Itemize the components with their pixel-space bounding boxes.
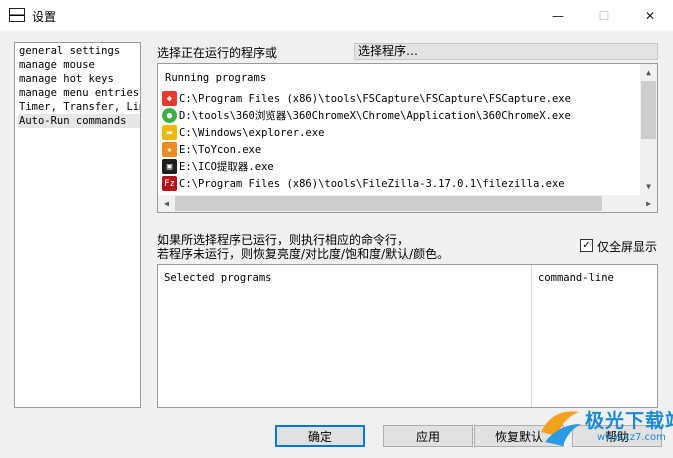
program-path: E:\ICO提取器.exe: [179, 161, 274, 173]
sidebar-item-manage-mouse[interactable]: manage mouse: [18, 58, 140, 72]
sidebar-item-manage-menu-entries[interactable]: manage menu entries: [18, 86, 140, 100]
360chrome-icon: ●: [162, 108, 177, 123]
sidebar-item-general-settings[interactable]: general settings: [18, 44, 140, 58]
folder-icon: ▬: [162, 125, 177, 140]
running-programs-header: Running programs: [165, 72, 267, 84]
select-program-button[interactable]: 选择程序…: [354, 43, 658, 60]
program-path: E:\ToYcon.exe: [179, 143, 262, 156]
list-item[interactable]: ● D:\tools\360浏览器\360ChromeX\Chrome\Appl…: [162, 107, 571, 124]
scroll-right-icon[interactable]: ▶: [640, 195, 657, 212]
fullscreen-only-checkbox[interactable]: ✓: [580, 239, 593, 252]
watermark: 极光下载站 www.xz7.com: [535, 402, 673, 454]
window-title: 设置: [32, 10, 57, 24]
watermark-logo-icon: [541, 411, 581, 446]
horizontal-scrollbar[interactable]: ◀ ▶: [158, 195, 657, 212]
maximize-button[interactable]: ☐: [581, 0, 627, 31]
sidebar-item-auto-run-commands[interactable]: Auto-Run commands: [18, 114, 140, 128]
list-item[interactable]: ▣ E:\ICO提取器.exe: [162, 158, 274, 175]
selected-programs-table[interactable]: Selected programs command-line: [157, 264, 658, 408]
ok-button[interactable]: 确定: [275, 425, 365, 447]
vertical-scroll-thumb[interactable]: [641, 81, 656, 139]
scroll-down-icon[interactable]: ▼: [640, 178, 657, 195]
program-path: D:\tools\360浏览器\360ChromeX\Chrome\Applic…: [179, 110, 571, 122]
title-bar: 设置 — ☐ ✕: [0, 0, 673, 31]
scroll-left-icon[interactable]: ◀: [158, 195, 175, 212]
program-path: C:\Program Files (x86)\tools\FileZilla-3…: [179, 177, 565, 190]
list-item[interactable]: ★ E:\ToYcon.exe: [162, 141, 261, 158]
ico-extractor-icon: ▣: [162, 159, 177, 174]
list-item[interactable]: Fz C:\Program Files (x86)\tools\FileZill…: [162, 175, 565, 192]
column-divider[interactable]: [531, 265, 532, 407]
column-header-selected-programs[interactable]: Selected programs: [164, 272, 271, 284]
app-icon: [9, 8, 25, 22]
toycon-icon: ★: [162, 142, 177, 157]
list-item[interactable]: ▬ C:\Windows\explorer.exe: [162, 124, 324, 141]
program-path: C:\Program Files (x86)\tools\FSCapture\F…: [179, 92, 571, 105]
fscapture-icon: ◆: [162, 91, 177, 106]
minimize-button[interactable]: —: [535, 0, 581, 31]
watermark-url: www.xz7.com: [597, 432, 666, 443]
watermark-text: 极光下载站: [585, 410, 673, 432]
filezilla-icon: Fz: [162, 176, 177, 191]
scroll-up-icon[interactable]: ▲: [640, 64, 657, 81]
close-button[interactable]: ✕: [627, 0, 673, 31]
fullscreen-only-label[interactable]: 仅全屏显示: [597, 238, 657, 255]
column-header-command-line[interactable]: command-line: [538, 272, 614, 284]
settings-category-list[interactable]: general settings manage mouse manage hot…: [14, 42, 141, 408]
horizontal-scroll-thumb[interactable]: [175, 196, 602, 211]
running-programs-list[interactable]: Running programs ◆ C:\Program Files (x86…: [157, 63, 658, 213]
sidebar-item-timer-transfer[interactable]: Timer, Transfer, Lim:: [18, 100, 140, 114]
vertical-scrollbar[interactable]: ▲ ▼: [640, 64, 657, 195]
program-path: C:\Windows\explorer.exe: [179, 126, 325, 139]
list-item[interactable]: ◆ C:\Program Files (x86)\tools\FSCapture…: [162, 90, 571, 107]
select-running-label: 选择正在运行的程序或: [157, 46, 278, 60]
sidebar-item-manage-hot-keys[interactable]: manage hot keys: [18, 72, 140, 86]
info-line-2: 若程序未运行，则恢复亮度/对比度/饱和度/默认/颜色。: [157, 247, 450, 261]
apply-button[interactable]: 应用: [383, 425, 473, 447]
